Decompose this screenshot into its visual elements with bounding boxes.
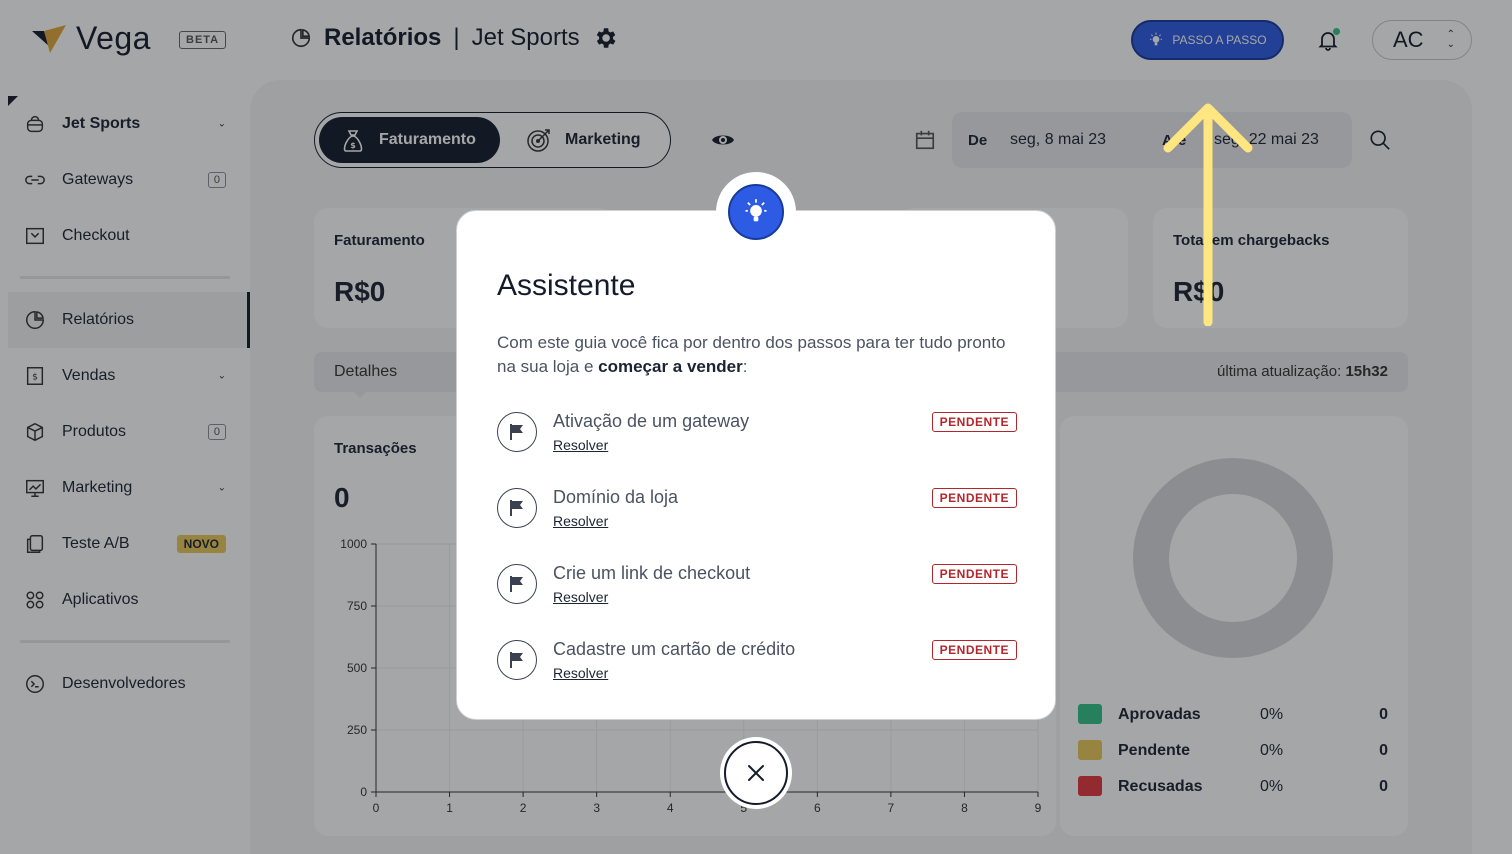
flag-icon [497, 412, 537, 452]
task-item: Crie um link de checkout Resolver PENDEN… [497, 563, 1017, 623]
assistant-modal: Assistente Com este guia você fica por d… [456, 210, 1056, 720]
flag-icon [497, 488, 537, 528]
task-item: Cadastre um cartão de crédito Resolver P… [497, 639, 1017, 699]
task-name: Cadastre um cartão de crédito [553, 639, 796, 659]
modal-description-suffix: : [742, 357, 748, 376]
status-badge: PENDENTE [931, 412, 1017, 432]
lightbulb-icon [728, 184, 784, 240]
modal-description-text: Com este guia você fica por dentro dos p… [497, 333, 1006, 376]
resolve-link[interactable]: Resolver [553, 437, 608, 453]
modal-description-bold: começar a vender [598, 357, 743, 376]
status-badge: PENDENTE [931, 564, 1017, 584]
arrow-up-icon [1163, 103, 1253, 326]
flag-icon [497, 640, 537, 680]
close-icon [748, 765, 764, 781]
resolve-link[interactable]: Resolver [553, 589, 608, 605]
status-badge: PENDENTE [931, 640, 1017, 660]
status-badge: PENDENTE [931, 488, 1017, 508]
task-item: Domínio da loja Resolver PENDENTE [497, 487, 1017, 547]
resolve-link[interactable]: Resolver [553, 513, 608, 529]
close-modal-button[interactable] [724, 741, 788, 805]
resolve-link[interactable]: Resolver [553, 665, 608, 681]
modal-title: Assistente [497, 269, 636, 302]
task-item: Ativação de um gateway Resolver PENDENTE [497, 411, 1017, 471]
flag-icon [497, 564, 537, 604]
task-name: Crie um link de checkout [553, 563, 751, 583]
task-name: Domínio da loja [553, 487, 679, 507]
task-name: Ativação de um gateway [553, 411, 750, 431]
modal-description: Com este guia você fica por dentro dos p… [497, 331, 1017, 379]
